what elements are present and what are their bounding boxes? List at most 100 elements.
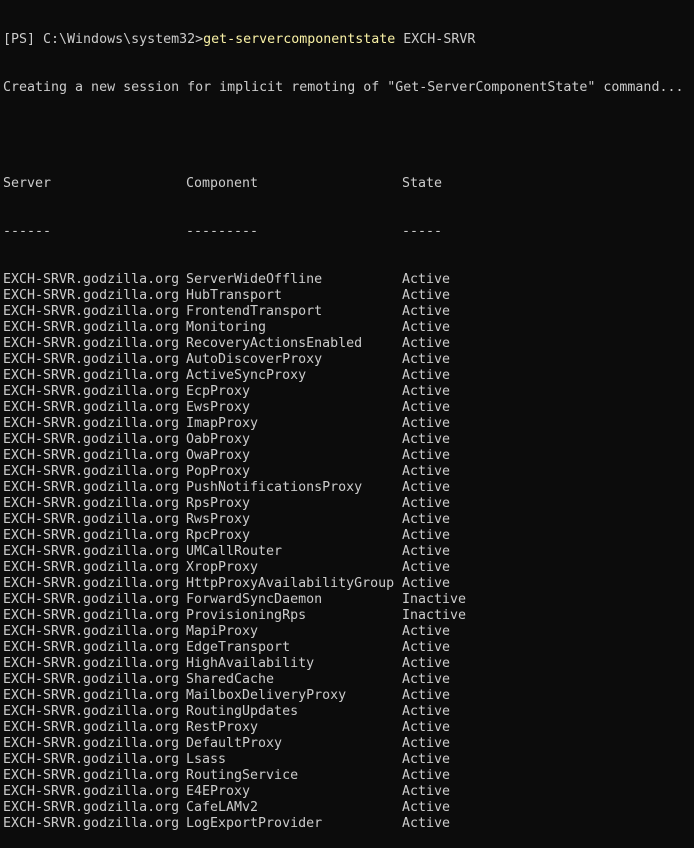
cell-server: EXCH-SRVR.godzilla.org [3, 480, 180, 495]
cell-server: EXCH-SRVR.godzilla.org [3, 656, 180, 671]
table-row: EXCH-SRVR.godzilla.org ActiveSyncProxy Act… [3, 368, 691, 384]
cell-server: EXCH-SRVR.godzilla.org [3, 528, 180, 543]
cell-state: Active [402, 816, 451, 831]
table-row: EXCH-SRVR.godzilla.org HubTransport Active [3, 288, 691, 304]
cell-state: Active [402, 736, 451, 751]
cell-state: Active [402, 416, 451, 431]
console-output[interactable]: [PS] C:\Windows\system32>get-servercompo… [3, 0, 691, 831]
table-row: EXCH-SRVR.godzilla.org RoutingUpdates Acti… [3, 704, 691, 720]
cell-state: Active [402, 288, 451, 303]
cell-state: Active [402, 352, 451, 367]
table-row: EXCH-SRVR.godzilla.org E4EProxy Active [3, 784, 691, 800]
table-row: EXCH-SRVR.godzilla.org ImapProxy Active [3, 416, 691, 432]
cell-component: MailboxDeliveryProxy [186, 688, 347, 703]
cell-component: ProvisioningRps [186, 608, 307, 623]
cell-component: EwsProxy [186, 400, 251, 415]
cell-state: Active [402, 528, 451, 543]
underline-component: --------- [186, 224, 259, 239]
cell-state: Active [402, 688, 451, 703]
table-row: EXCH-SRVR.godzilla.org OabProxy Active [3, 432, 691, 448]
table-row: EXCH-SRVR.godzilla.org RpsProxy Active [3, 496, 691, 512]
cell-component: EdgeTransport [186, 640, 291, 655]
cell-component: RoutingUpdates [186, 704, 299, 719]
cell-component: AutoDiscoverProxy [186, 352, 323, 367]
cell-server: EXCH-SRVR.godzilla.org [3, 288, 180, 303]
cell-server: EXCH-SRVR.godzilla.org [3, 592, 180, 607]
cell-component: E4EProxy [186, 784, 251, 799]
table-row: EXCH-SRVR.godzilla.org HttpProxyAvailabil… [3, 576, 691, 592]
cell-component: LogExportProvider [186, 816, 323, 831]
cell-state: Active [402, 400, 451, 415]
cell-state: Active [402, 480, 451, 495]
cell-component: PopProxy [186, 464, 251, 479]
cell-component: OabProxy [186, 432, 251, 447]
table-row: EXCH-SRVR.godzilla.org AutoDiscoverProxy A… [3, 352, 691, 368]
cell-component: OwaProxy [186, 448, 251, 463]
cell-component: PushNotificationsProxy [186, 480, 363, 495]
cell-component: RoutingService [186, 768, 299, 783]
cell-state: Active [402, 720, 451, 735]
cell-server: EXCH-SRVR.godzilla.org [3, 816, 180, 831]
table-row: EXCH-SRVR.godzilla.org UMCallRouter Active [3, 544, 691, 560]
cell-state: Active [402, 640, 451, 655]
cell-state: Active [402, 272, 451, 287]
table-row: EXCH-SRVR.godzilla.org ServerWideOffline A… [3, 272, 691, 288]
command-argument: EXCH-SRVR [395, 32, 476, 47]
cell-state: Active [402, 752, 451, 767]
cell-server: EXCH-SRVR.godzilla.org [3, 640, 180, 655]
table-row: EXCH-SRVR.godzilla.org ForwardSyncDaemon I… [3, 592, 691, 608]
table-row: EXCH-SRVR.godzilla.org LogExportProvider A… [3, 816, 691, 832]
header-server: Server [3, 176, 52, 191]
cell-state: Active [402, 464, 451, 479]
cell-component: HubTransport [186, 288, 283, 303]
cell-component: ServerWideOffline [186, 272, 323, 287]
cell-state: Inactive [402, 608, 467, 623]
table-row: EXCH-SRVR.godzilla.org RoutingService Acti… [3, 768, 691, 784]
cell-server: EXCH-SRVR.godzilla.org [3, 576, 180, 591]
cell-state: Active [402, 560, 451, 575]
underline-server: ------ [3, 224, 52, 239]
cell-server: EXCH-SRVR.godzilla.org [3, 352, 180, 367]
table-row: EXCH-SRVR.godzilla.org DefaultProxy Active [3, 736, 691, 752]
cell-server: EXCH-SRVR.godzilla.org [3, 544, 180, 559]
cell-state: Active [402, 544, 451, 559]
cell-component: EcpProxy [186, 384, 251, 399]
cell-state: Active [402, 576, 451, 591]
cell-component: Monitoring [186, 320, 267, 335]
table-row: EXCH-SRVR.godzilla.org FrontendTransport A… [3, 304, 691, 320]
cell-component: CafeLAMv2 [186, 800, 259, 815]
cell-state: Active [402, 656, 451, 671]
cell-server: EXCH-SRVR.godzilla.org [3, 496, 180, 511]
cell-component: ImapProxy [186, 416, 259, 431]
underline-state: ----- [402, 224, 443, 239]
cell-state: Active [402, 768, 451, 783]
table-body: EXCH-SRVR.godzilla.org ServerWideOffline A… [3, 272, 691, 832]
table-row: EXCH-SRVR.godzilla.org OwaProxy Active [3, 448, 691, 464]
table-row: EXCH-SRVR.godzilla.org ProvisioningRps Ina… [3, 608, 691, 624]
cell-component: SharedCache [186, 672, 275, 687]
cell-state: Active [402, 784, 451, 799]
session-message: Creating a new session for implicit remo… [3, 80, 684, 95]
cell-state: Active [402, 432, 451, 447]
cell-state: Active [402, 448, 451, 463]
cell-component: RwsProxy [186, 512, 251, 527]
cell-state: Active [402, 624, 451, 639]
cell-component: XropProxy [186, 560, 259, 575]
table-header: Server Component State [3, 176, 691, 192]
table-row: EXCH-SRVR.godzilla.org HighAvailability Ac… [3, 656, 691, 672]
cell-server: EXCH-SRVR.godzilla.org [3, 464, 180, 479]
cell-server: EXCH-SRVR.godzilla.org [3, 320, 180, 335]
table-row: EXCH-SRVR.godzilla.org EcpProxy Active [3, 384, 691, 400]
cell-state: Inactive [402, 592, 467, 607]
cell-state: Active [402, 336, 451, 351]
cell-component: RpsProxy [186, 496, 251, 511]
cell-server: EXCH-SRVR.godzilla.org [3, 368, 180, 383]
table-row: EXCH-SRVR.godzilla.org PopProxy Active [3, 464, 691, 480]
cell-component: RestProxy [186, 720, 259, 735]
table-header-underline: ------ --------- ----- [3, 224, 691, 240]
table-row: EXCH-SRVR.godzilla.org CafeLAMv2 Active [3, 800, 691, 816]
cell-server: EXCH-SRVR.godzilla.org [3, 304, 180, 319]
table-row: EXCH-SRVR.godzilla.org Lsass Active [3, 752, 691, 768]
table-row: EXCH-SRVR.godzilla.org MapiProxy Active [3, 624, 691, 640]
cell-server: EXCH-SRVR.godzilla.org [3, 416, 180, 431]
